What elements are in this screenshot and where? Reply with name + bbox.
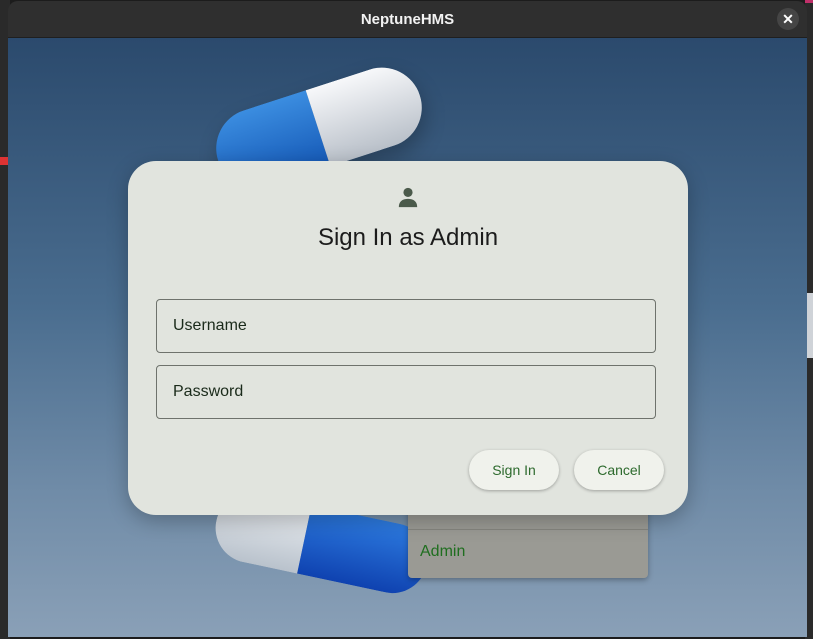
menu-item-admin[interactable]: Admin xyxy=(420,543,465,561)
password-input[interactable] xyxy=(157,366,655,418)
close-icon: ✕ xyxy=(782,10,794,27)
title-bar[interactable]: NeptuneHMS ✕ xyxy=(8,1,807,38)
main-content: Admin Sign In as Admin Sign In Cancel xyxy=(8,38,807,637)
cancel-button[interactable]: Cancel xyxy=(574,450,664,490)
password-field-container xyxy=(156,365,656,419)
username-input[interactable] xyxy=(157,300,655,352)
close-button[interactable]: ✕ xyxy=(777,8,799,30)
sign-in-button[interactable]: Sign In xyxy=(469,450,559,490)
username-field-container xyxy=(156,299,656,353)
background-indicator xyxy=(0,157,8,165)
sign-in-dialog: Sign In as Admin Sign In Cancel xyxy=(128,161,688,515)
person-icon xyxy=(398,187,418,208)
menu-divider xyxy=(408,529,648,530)
app-window: NeptuneHMS ✕ Admin Sign In as Admin User… xyxy=(8,1,807,637)
dialog-title: Sign In as Admin xyxy=(317,224,499,251)
window-title: NeptuneHMS xyxy=(360,10,455,28)
